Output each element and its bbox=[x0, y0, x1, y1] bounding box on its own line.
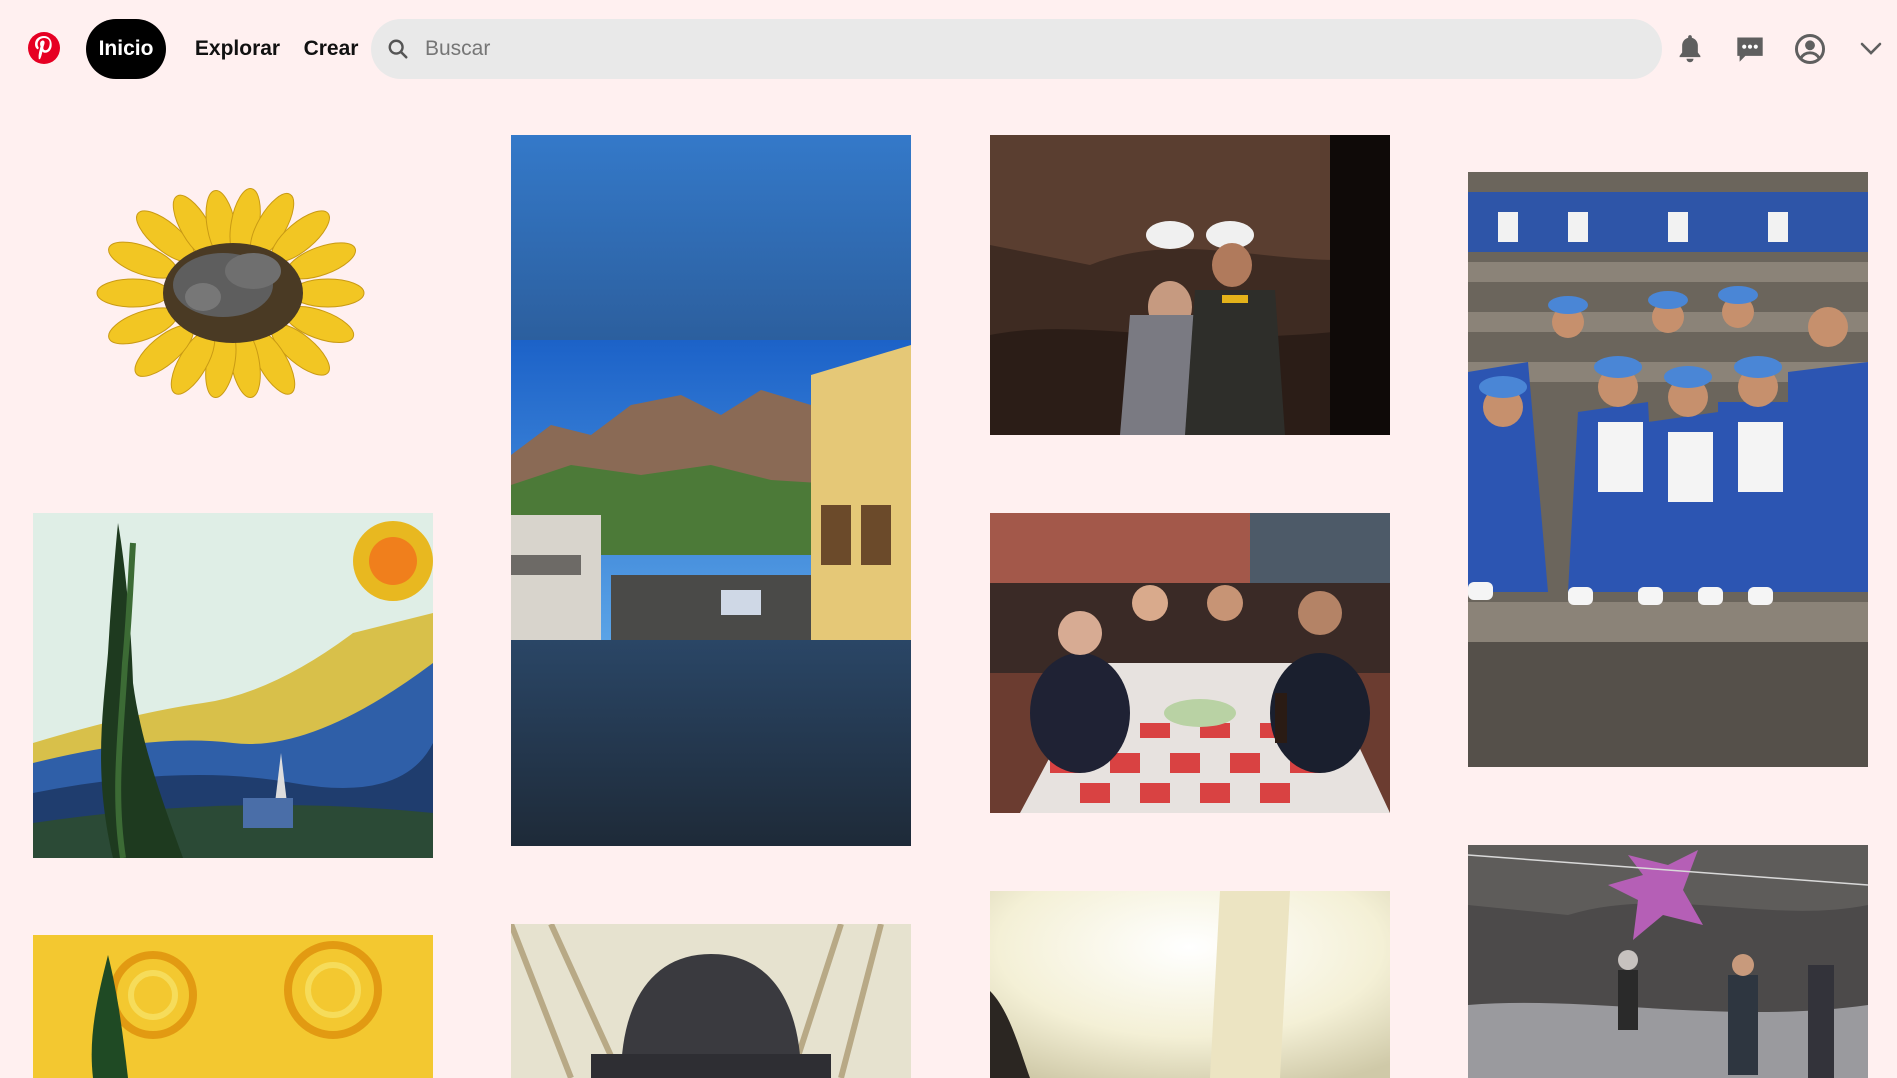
mine-helmets-image bbox=[990, 135, 1390, 435]
pinterest-logo[interactable] bbox=[28, 32, 60, 64]
pinterest-p-icon bbox=[35, 36, 52, 60]
search-input[interactable] bbox=[423, 36, 1627, 62]
pin-starry-swirl[interactable] bbox=[33, 935, 433, 1078]
pin-students-stairs[interactable] bbox=[1468, 172, 1868, 767]
pin-sunflower-sculpture[interactable] bbox=[33, 165, 433, 420]
starry-night-cypress-image bbox=[33, 513, 433, 858]
sunflower-image bbox=[96, 188, 365, 398]
bell-icon[interactable] bbox=[1667, 26, 1713, 72]
nav-create-link[interactable]: Crear bbox=[300, 19, 362, 79]
messages-icon[interactable] bbox=[1727, 26, 1773, 72]
pin-mountain-town-street[interactable] bbox=[511, 135, 911, 846]
pin-person-hat[interactable] bbox=[511, 924, 911, 1078]
starry-swirl-image bbox=[33, 935, 433, 1078]
nav-explore-link[interactable]: Explorar bbox=[190, 19, 285, 79]
restaurant-friends-image bbox=[990, 513, 1390, 813]
search-bar[interactable] bbox=[371, 19, 1662, 79]
bright-window-image bbox=[990, 891, 1390, 1078]
person-hat-image bbox=[511, 924, 911, 1078]
pin-mine-helmets[interactable] bbox=[990, 135, 1390, 435]
search-icon bbox=[385, 36, 411, 62]
students-stairs-image bbox=[1468, 172, 1868, 767]
pin-bright-window[interactable] bbox=[990, 891, 1390, 1078]
pinata-night-image bbox=[1468, 845, 1868, 1078]
top-navigation-bar: Inicio Explorar Crear bbox=[0, 0, 1897, 100]
mountain-town-street-image bbox=[511, 135, 911, 846]
profile-icon[interactable] bbox=[1787, 26, 1833, 72]
chevron-down-icon[interactable] bbox=[1848, 26, 1894, 72]
pin-starry-night-cypress[interactable] bbox=[33, 513, 433, 858]
pin-restaurant-friends[interactable] bbox=[990, 513, 1390, 813]
pin-pinata-night[interactable] bbox=[1468, 845, 1868, 1078]
nav-home-button[interactable]: Inicio bbox=[86, 19, 166, 79]
